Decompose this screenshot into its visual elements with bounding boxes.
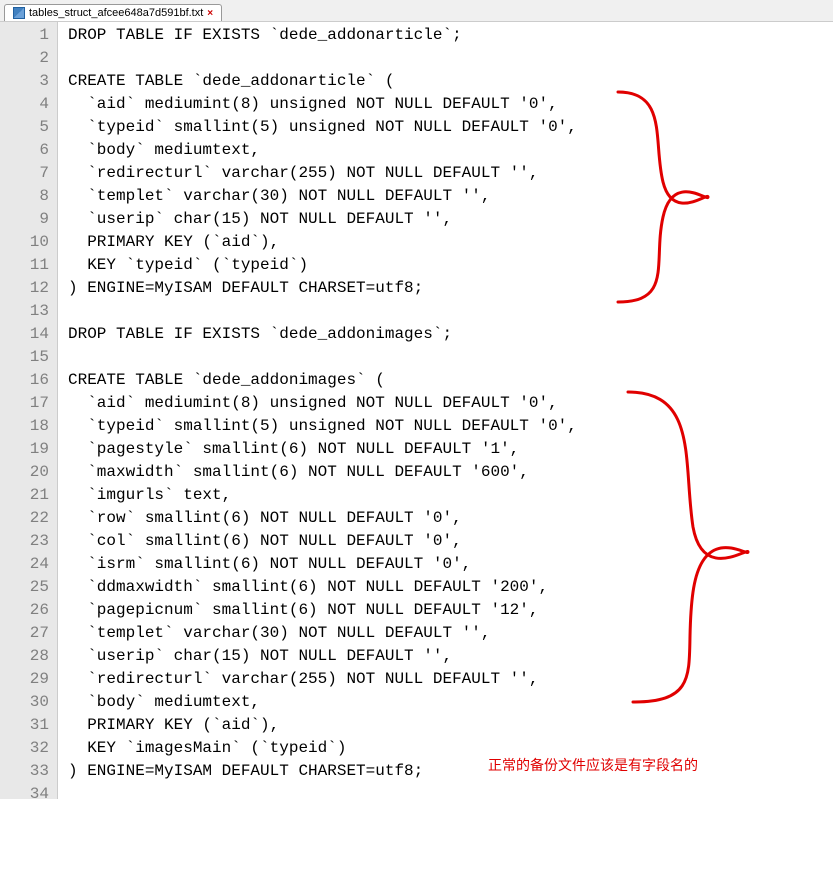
line-number: 13 — [0, 300, 49, 323]
line-number: 22 — [0, 507, 49, 530]
line-number: 9 — [0, 208, 49, 231]
code-line[interactable]: `row` smallint(6) NOT NULL DEFAULT '0', — [68, 507, 833, 530]
line-number: 5 — [0, 116, 49, 139]
code-line[interactable]: KEY `imagesMain` (`typeid`) — [68, 737, 833, 760]
code-line[interactable]: KEY `typeid` (`typeid`) — [68, 254, 833, 277]
tab-filename: tables_struct_afcee648a7d591bf.txt — [29, 7, 203, 19]
line-number: 21 — [0, 484, 49, 507]
line-number: 28 — [0, 645, 49, 668]
code-line[interactable]: DROP TABLE IF EXISTS `dede_addonimages`; — [68, 323, 833, 346]
line-number: 34 — [0, 783, 49, 806]
editor: 1234567891011121314151617181920212223242… — [0, 22, 833, 799]
line-number: 19 — [0, 438, 49, 461]
annotation-text: 正常的备份文件应该是有字段名的 — [488, 754, 698, 777]
line-number: 4 — [0, 93, 49, 116]
line-number: 17 — [0, 392, 49, 415]
line-number: 2 — [0, 47, 49, 70]
line-number: 6 — [0, 139, 49, 162]
code-line[interactable]: PRIMARY KEY (`aid`), — [68, 714, 833, 737]
code-line[interactable]: `col` smallint(6) NOT NULL DEFAULT '0', — [68, 530, 833, 553]
code-line[interactable]: `body` mediumtext, — [68, 139, 833, 162]
code-line[interactable]: `redirecturl` varchar(255) NOT NULL DEFA… — [68, 668, 833, 691]
code-line[interactable] — [68, 47, 833, 70]
line-number: 25 — [0, 576, 49, 599]
close-icon[interactable]: × — [207, 8, 213, 19]
line-number: 32 — [0, 737, 49, 760]
line-number-gutter: 1234567891011121314151617181920212223242… — [0, 22, 58, 799]
code-line[interactable] — [68, 346, 833, 369]
line-number: 7 — [0, 162, 49, 185]
line-number: 18 — [0, 415, 49, 438]
line-number: 31 — [0, 714, 49, 737]
code-line[interactable]: `userip` char(15) NOT NULL DEFAULT '', — [68, 645, 833, 668]
line-number: 12 — [0, 277, 49, 300]
line-number: 26 — [0, 599, 49, 622]
code-line[interactable]: ) ENGINE=MyISAM DEFAULT CHARSET=utf8; — [68, 760, 833, 783]
line-number: 11 — [0, 254, 49, 277]
code-line[interactable]: CREATE TABLE `dede_addonimages` ( — [68, 369, 833, 392]
code-line[interactable]: `maxwidth` smallint(6) NOT NULL DEFAULT … — [68, 461, 833, 484]
code-line[interactable]: CREATE TABLE `dede_addonarticle` ( — [68, 70, 833, 93]
code-line[interactable]: `pagepicnum` smallint(6) NOT NULL DEFAUL… — [68, 599, 833, 622]
line-number: 14 — [0, 323, 49, 346]
file-tab[interactable]: tables_struct_afcee648a7d591bf.txt × — [4, 4, 222, 21]
line-number: 30 — [0, 691, 49, 714]
code-line[interactable]: `templet` varchar(30) NOT NULL DEFAULT '… — [68, 622, 833, 645]
code-line[interactable]: `templet` varchar(30) NOT NULL DEFAULT '… — [68, 185, 833, 208]
line-number: 3 — [0, 70, 49, 93]
line-number: 23 — [0, 530, 49, 553]
code-line[interactable]: `typeid` smallint(5) unsigned NOT NULL D… — [68, 415, 833, 438]
line-number: 1 — [0, 24, 49, 47]
code-line[interactable]: ) ENGINE=MyISAM DEFAULT CHARSET=utf8; — [68, 277, 833, 300]
code-line[interactable]: DROP TABLE IF EXISTS `dede_addonarticle`… — [68, 24, 833, 47]
file-icon — [13, 7, 25, 19]
line-number: 27 — [0, 622, 49, 645]
code-line[interactable]: `redirecturl` varchar(255) NOT NULL DEFA… — [68, 162, 833, 185]
code-line[interactable]: `imgurls` text, — [68, 484, 833, 507]
tab-bar: tables_struct_afcee648a7d591bf.txt × — [0, 0, 833, 22]
line-number: 33 — [0, 760, 49, 783]
line-number: 16 — [0, 369, 49, 392]
code-line[interactable]: `pagestyle` smallint(6) NOT NULL DEFAULT… — [68, 438, 833, 461]
code-line[interactable] — [68, 300, 833, 323]
line-number: 20 — [0, 461, 49, 484]
line-number: 24 — [0, 553, 49, 576]
line-number: 29 — [0, 668, 49, 691]
line-number: 10 — [0, 231, 49, 254]
line-number: 15 — [0, 346, 49, 369]
code-area[interactable]: DROP TABLE IF EXISTS `dede_addonarticle`… — [58, 22, 833, 799]
line-number: 8 — [0, 185, 49, 208]
code-line[interactable]: PRIMARY KEY (`aid`), — [68, 231, 833, 254]
code-line[interactable]: `body` mediumtext, — [68, 691, 833, 714]
code-line[interactable]: `aid` mediumint(8) unsigned NOT NULL DEF… — [68, 392, 833, 415]
code-line[interactable]: `aid` mediumint(8) unsigned NOT NULL DEF… — [68, 93, 833, 116]
code-line[interactable]: `typeid` smallint(5) unsigned NOT NULL D… — [68, 116, 833, 139]
code-line[interactable]: `isrm` smallint(6) NOT NULL DEFAULT '0', — [68, 553, 833, 576]
code-line[interactable]: `ddmaxwidth` smallint(6) NOT NULL DEFAUL… — [68, 576, 833, 599]
code-line[interactable]: `userip` char(15) NOT NULL DEFAULT '', — [68, 208, 833, 231]
